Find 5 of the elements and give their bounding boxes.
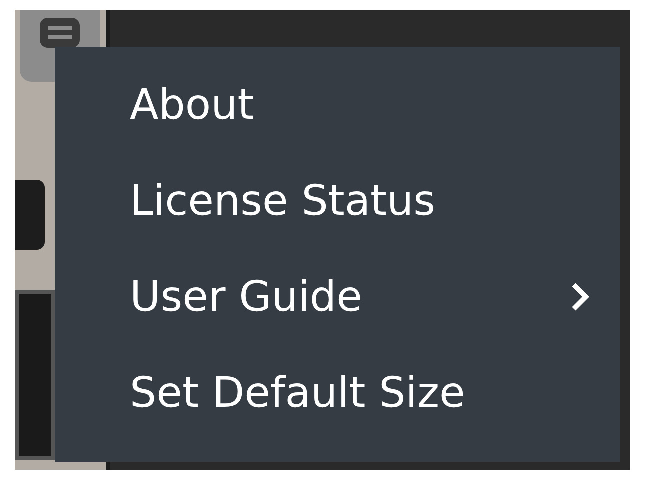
menu-item[interactable]: License Status [130,173,590,229]
chevron-right-icon [570,282,590,312]
menu-item[interactable]: About [130,77,590,133]
menu-item[interactable]: Set Default Size [130,365,590,421]
menu-item[interactable]: User Guide [130,269,590,325]
